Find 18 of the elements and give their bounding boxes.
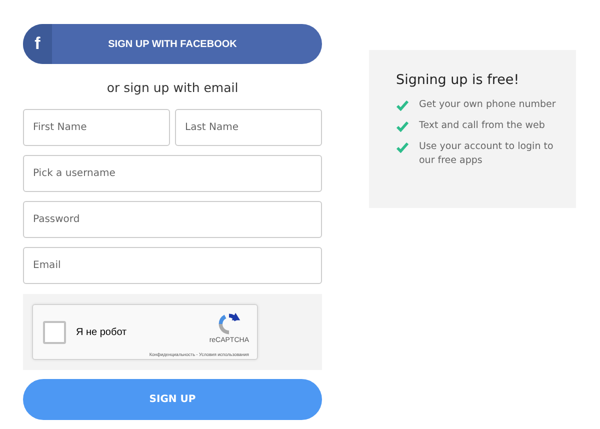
divider-text: or sign up with email (106, 80, 240, 95)
input-field[interactable]: Email (23, 247, 322, 284)
captcha-label: Я не робот (76, 326, 127, 338)
check-icon (396, 121, 409, 132)
input-field[interactable]: First Name (23, 109, 170, 146)
feature-text: Text and call from the web (419, 119, 545, 133)
check-icon (396, 142, 409, 153)
input-field[interactable]: Password (23, 201, 322, 238)
input-field[interactable]: Pick a username (23, 155, 322, 192)
facebook-button[interactable]: f SIGN UP WITH FACEBOOK (23, 24, 322, 64)
checkbox[interactable] (43, 320, 66, 344)
recaptcha-icon (216, 311, 242, 337)
feature-text: Use your account to login to our free apps (419, 140, 554, 168)
input-field[interactable]: Last Name (175, 109, 322, 146)
check-icon (396, 100, 409, 111)
feature-text: Get your own phone number (419, 98, 556, 112)
info-title: Signing up is free! (396, 72, 520, 88)
facebook-icon: f (23, 24, 52, 64)
